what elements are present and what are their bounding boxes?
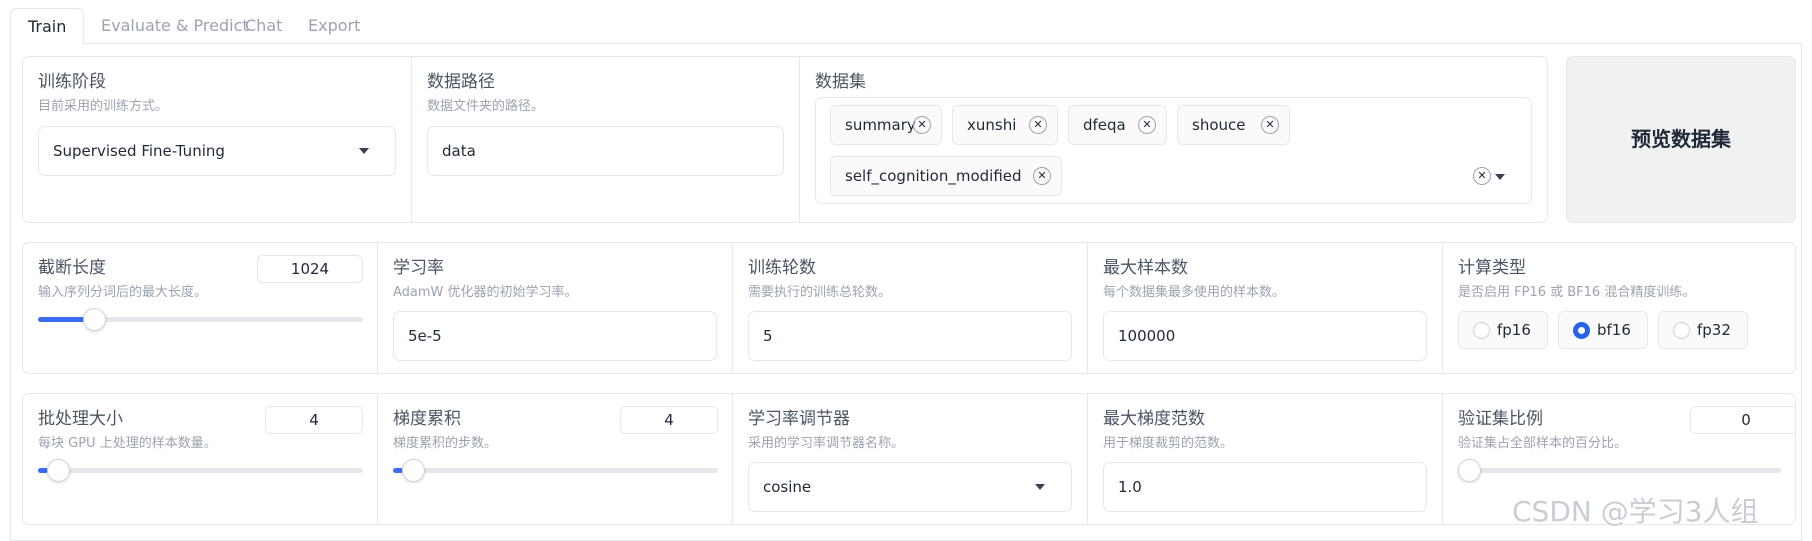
- preview-dataset-button[interactable]: 预览数据集: [1566, 56, 1796, 223]
- radio-circle-icon: [1673, 322, 1690, 339]
- batch-size-slider[interactable]: [38, 459, 363, 482]
- cutoff-length-desc: 输入序列分词后的最大长度。: [38, 285, 208, 300]
- dataset-chip-label: summary: [845, 116, 916, 134]
- compute-type-label: 计算类型: [1458, 258, 1526, 278]
- batch-size-input[interactable]: 4: [265, 406, 363, 434]
- max-grad-norm-label: 最大梯度范数: [1103, 409, 1205, 429]
- max-grad-norm-input[interactable]: 1.0: [1103, 462, 1427, 512]
- data-path-label: 数据路径: [427, 72, 495, 92]
- training-stage-dropdown[interactable]: Supervised Fine-Tuning: [38, 126, 396, 176]
- grad-accum-desc: 梯度累积的步数。: [393, 436, 498, 451]
- watermark: CSDN @学习3人组: [1512, 495, 1759, 528]
- radio-label: bf16: [1597, 321, 1631, 339]
- val-size-input[interactable]: 0: [1690, 406, 1795, 434]
- radio-label: fp16: [1497, 321, 1531, 339]
- dataset-cell: 数据集 summary ✕ xunshi ✕ dfeqa ✕ shouce ✕ …: [800, 57, 1547, 222]
- tab-train[interactable]: Train: [10, 8, 85, 45]
- grad-accum-cell: 梯度累积 梯度累积的步数。 4: [378, 394, 733, 524]
- slider-thumb[interactable]: [1458, 459, 1481, 482]
- dataset-label: 数据集: [815, 72, 866, 92]
- learning-rate-label: 学习率: [393, 258, 444, 278]
- remove-chip-icon[interactable]: ✕: [1033, 167, 1051, 185]
- clear-all-icon[interactable]: ✕: [1473, 167, 1491, 185]
- chevron-down-icon: [359, 148, 369, 154]
- val-size-slider[interactable]: [1458, 459, 1781, 482]
- data-path-cell: 数据路径 数据文件夹的路径。 data: [412, 57, 800, 222]
- dataset-multiselect[interactable]: summary ✕ xunshi ✕ dfeqa ✕ shouce ✕ self…: [815, 97, 1532, 204]
- compute-type-cell: 计算类型 是否启用 FP16 或 BF16 混合精度训练。 fp16 bf16 …: [1443, 243, 1795, 373]
- scheduler-cell: 学习率调节器 采用的学习率调节器名称。 cosine: [733, 394, 1088, 524]
- max-samples-cell: 最大样本数 每个数据集最多使用的样本数。 100000: [1088, 243, 1443, 373]
- batch-size-label: 批处理大小: [38, 409, 123, 429]
- dataset-chip: xunshi ✕: [952, 105, 1058, 145]
- epochs-label: 训练轮数: [748, 258, 816, 278]
- radio-label: fp32: [1697, 321, 1731, 339]
- scheduler-desc: 采用的学习率调节器名称。: [748, 436, 905, 451]
- chevron-down-icon: [1035, 484, 1045, 490]
- grad-accum-label: 梯度累积: [393, 409, 461, 429]
- slider-thumb[interactable]: [47, 459, 71, 482]
- training-params-row: 截断长度 输入序列分词后的最大长度。 1024 学习率 AdamW 优化器的初始…: [22, 242, 1796, 374]
- batch-size-cell: 批处理大小 每块 GPU 上处理的样本数量。 4: [23, 394, 378, 524]
- scheduler-dropdown[interactable]: cosine: [748, 462, 1072, 512]
- data-path-input[interactable]: data: [427, 126, 784, 176]
- training-stage-value: Supervised Fine-Tuning: [53, 142, 225, 160]
- dataset-chip: summary ✕: [830, 105, 942, 145]
- max-samples-desc: 每个数据集最多使用的样本数。: [1103, 285, 1286, 300]
- dataset-chip: dfeqa ✕: [1068, 105, 1167, 145]
- cutoff-length-cell: 截断长度 输入序列分词后的最大长度。 1024: [23, 243, 378, 373]
- learning-rate-desc: AdamW 优化器的初始学习率。: [393, 285, 578, 300]
- dataset-chip-label: xunshi: [967, 116, 1017, 134]
- dataset-chip: self_cognition_modified ✕: [830, 156, 1062, 196]
- dataset-chip-label: dfeqa: [1083, 116, 1126, 134]
- cutoff-length-label: 截断长度: [38, 258, 106, 278]
- val-size-label: 验证集比例: [1458, 409, 1543, 429]
- cutoff-length-input[interactable]: 1024: [257, 255, 363, 283]
- max-samples-input[interactable]: 100000: [1103, 311, 1427, 361]
- val-size-desc: 验证集占全部样本的百分比。: [1458, 436, 1628, 451]
- dataset-chip-label: self_cognition_modified: [845, 167, 1022, 185]
- epochs-cell: 训练轮数 需要执行的训练总轮数。 5: [733, 243, 1088, 373]
- training-stage-desc: 目前采用的训练方式。: [38, 99, 169, 114]
- learning-rate-cell: 学习率 AdamW 优化器的初始学习率。 5e-5: [378, 243, 733, 373]
- slider-thumb[interactable]: [83, 308, 107, 331]
- remove-chip-icon[interactable]: ✕: [913, 116, 931, 134]
- max-grad-norm-cell: 最大梯度范数 用于梯度裁剪的范数。 1.0: [1088, 394, 1443, 524]
- slider-thumb[interactable]: [402, 459, 426, 482]
- training-stage-label: 训练阶段: [38, 72, 106, 92]
- tab-chat[interactable]: Chat: [228, 8, 299, 45]
- remove-chip-icon[interactable]: ✕: [1138, 116, 1156, 134]
- radio-fp32[interactable]: fp32: [1658, 311, 1748, 349]
- dataset-config-row: 训练阶段 目前采用的训练方式。 Supervised Fine-Tuning 数…: [22, 56, 1548, 223]
- radio-circle-icon: [1473, 322, 1490, 339]
- slider-fill: [38, 317, 87, 322]
- radio-fp16[interactable]: fp16: [1458, 311, 1548, 349]
- scheduler-value: cosine: [763, 478, 812, 496]
- batch-size-desc: 每块 GPU 上处理的样本数量。: [38, 436, 217, 451]
- learning-rate-input[interactable]: 5e-5: [393, 311, 717, 361]
- remove-chip-icon[interactable]: ✕: [1029, 116, 1047, 134]
- dataset-chip: shouce ✕: [1177, 105, 1290, 145]
- epochs-desc: 需要执行的训练总轮数。: [748, 285, 892, 300]
- dataset-chip-label: shouce: [1192, 116, 1246, 134]
- data-path-desc: 数据文件夹的路径。: [427, 99, 545, 114]
- radio-checked-icon: [1573, 322, 1590, 339]
- grad-accum-input[interactable]: 4: [620, 406, 718, 434]
- compute-type-desc: 是否启用 FP16 或 BF16 混合精度训练。: [1458, 285, 1696, 300]
- tab-export[interactable]: Export: [291, 8, 377, 45]
- radio-bf16[interactable]: bf16: [1558, 311, 1648, 349]
- cutoff-length-slider[interactable]: [38, 308, 363, 331]
- scheduler-label: 学习率调节器: [748, 409, 850, 429]
- max-samples-label: 最大样本数: [1103, 258, 1188, 278]
- remove-chip-icon[interactable]: ✕: [1261, 116, 1279, 134]
- max-grad-norm-desc: 用于梯度裁剪的范数。: [1103, 436, 1234, 451]
- epochs-input[interactable]: 5: [748, 311, 1072, 361]
- training-stage-cell: 训练阶段 目前采用的训练方式。 Supervised Fine-Tuning: [23, 57, 412, 222]
- tab-bar: Train Evaluate & Predict Chat Export: [10, 8, 1802, 45]
- chevron-down-icon[interactable]: [1495, 174, 1505, 180]
- grad-accum-slider[interactable]: [393, 459, 718, 482]
